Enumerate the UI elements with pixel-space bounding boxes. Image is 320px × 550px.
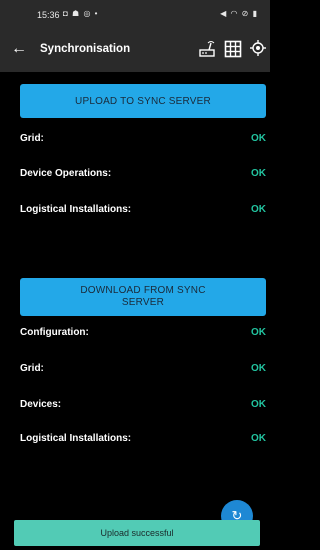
router-icon[interactable] <box>198 40 216 58</box>
status-label: Devices: <box>20 399 62 410</box>
status-time: 15:36 <box>37 10 60 20</box>
status-value: OK <box>251 363 266 374</box>
download-status-row-logistical-installations: Logistical Installations: OK <box>20 433 266 449</box>
upload-status-row-device-operations: Device Operations: OK <box>20 168 266 184</box>
status-label: Configuration: <box>20 327 89 338</box>
back-arrow-icon[interactable]: ← <box>8 38 30 60</box>
status-label: Grid: <box>20 363 44 374</box>
download-from-sync-server-button[interactable]: DOWNLOAD FROM SYNC SERVER <box>20 278 266 316</box>
status-label: Device Operations: <box>20 168 112 179</box>
status-value: OK <box>251 204 266 215</box>
app-bar: ← Synchronisation <box>0 28 270 72</box>
status-system-icons: ◀ ◠ ⊘ ▮ <box>220 9 258 18</box>
toast-message: Upload successful <box>14 520 260 546</box>
gps-locate-icon[interactable] <box>250 40 266 56</box>
upload-to-sync-server-button[interactable]: UPLOAD TO SYNC SERVER <box>20 84 266 118</box>
status-bar: 15:36 ◘ ☗ ◎ • ◀ ◠ ⊘ ▮ <box>0 0 270 28</box>
download-status-row-grid: Grid: OK <box>20 363 266 379</box>
status-value: OK <box>251 133 266 144</box>
grid-icon[interactable] <box>224 40 242 58</box>
status-label: Logistical Installations: <box>20 204 132 215</box>
download-status-row-devices: Devices: OK <box>20 399 266 415</box>
status-label: Grid: <box>20 133 44 144</box>
status-value: OK <box>251 168 266 179</box>
status-value: OK <box>251 399 266 410</box>
status-notification-icons: ◘ ☗ ◎ • <box>63 9 99 18</box>
page-title: Synchronisation <box>40 43 131 55</box>
download-status-row-configuration: Configuration: OK <box>20 327 266 343</box>
upload-status-row-logistical-installations: Logistical Installations: OK <box>20 204 266 220</box>
status-value: OK <box>251 327 266 338</box>
upload-status-row-grid: Grid: OK <box>20 133 266 149</box>
status-label: Logistical Installations: <box>20 433 132 444</box>
status-value: OK <box>251 433 266 444</box>
